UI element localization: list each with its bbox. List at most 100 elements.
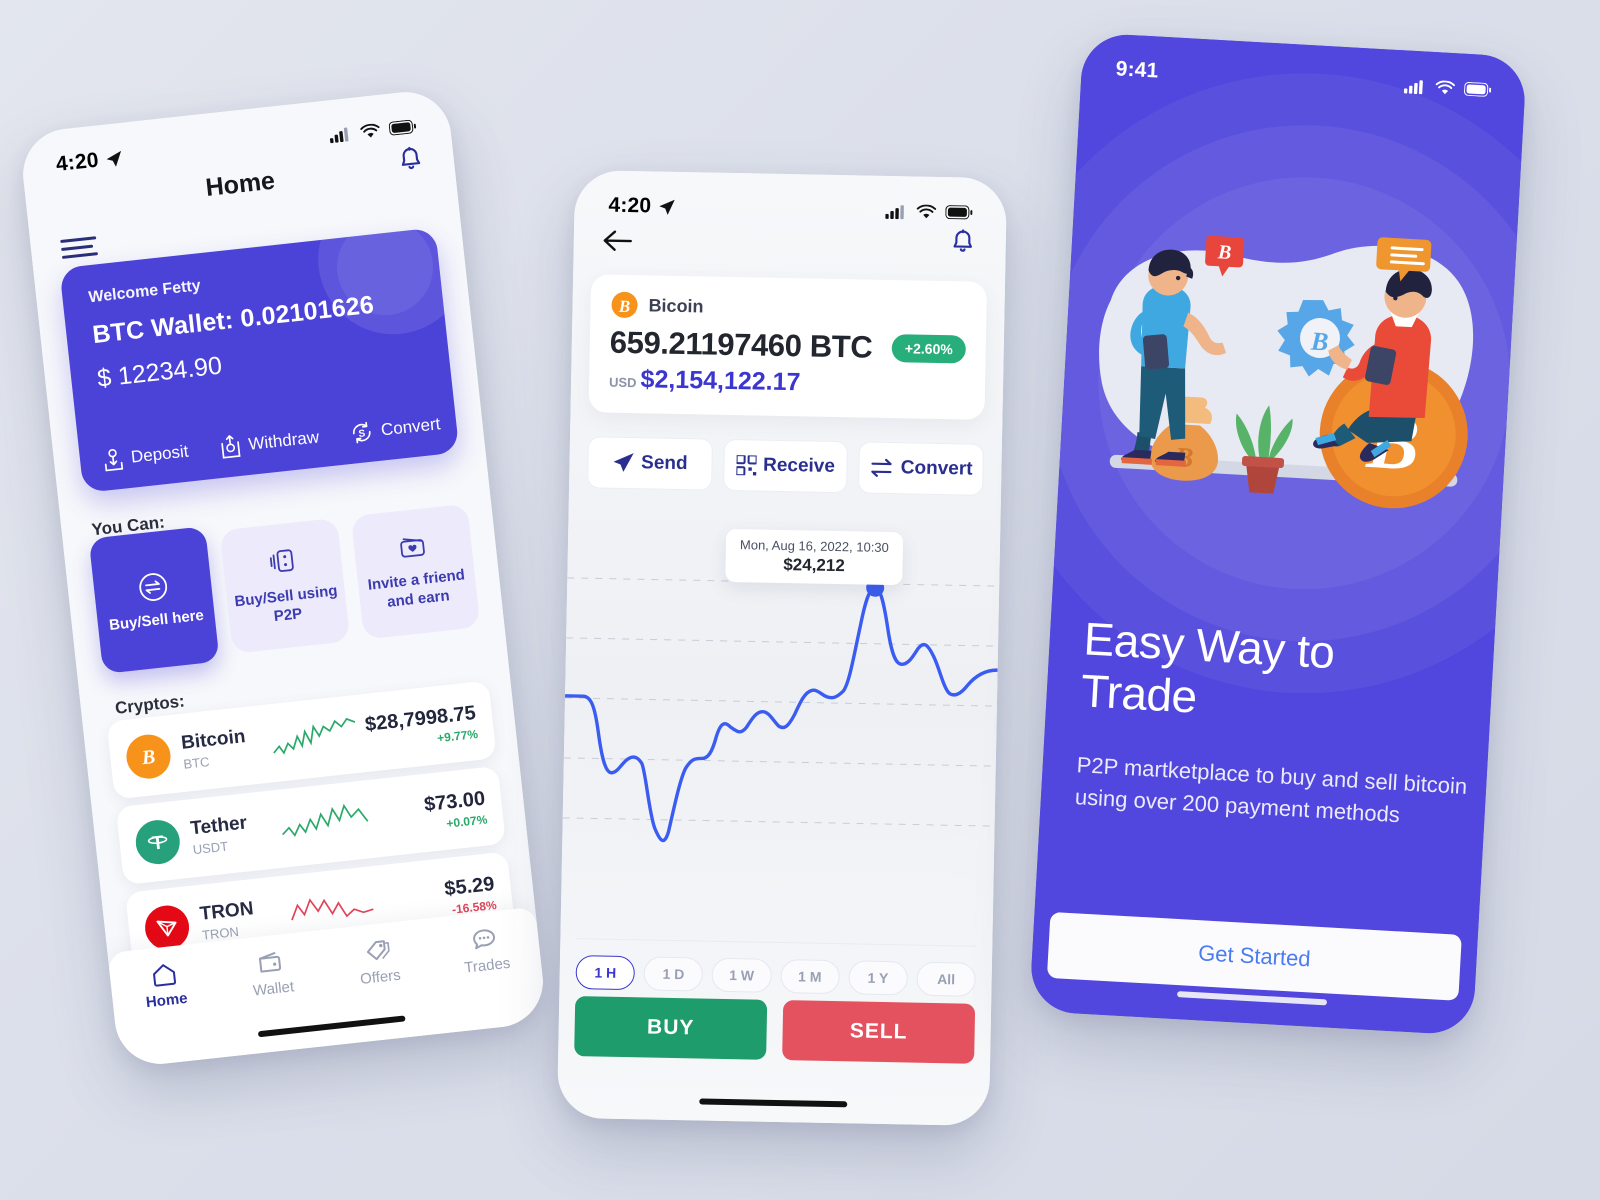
deposit-button[interactable]: Deposit	[101, 440, 190, 473]
coin-amount-row: 659.21197460 BTC +2.60%	[609, 324, 967, 368]
chart-tooltip: Mon, Aug 16, 2022, 10:30 $24,212	[725, 528, 904, 586]
wifi-icon	[916, 204, 937, 218]
usd-label: USD	[608, 374, 637, 391]
cellular-signal-icon	[329, 127, 349, 143]
sparkline-chart	[278, 799, 374, 849]
convert-label: Convert	[380, 414, 442, 440]
get-started-button[interactable]: Get Started	[1046, 911, 1462, 1001]
tab-label-offers: Offers	[359, 966, 402, 988]
home-icon	[152, 964, 176, 987]
home-screen-content: 4:20 Home Welcome Fetty BTC Wallet: 0.02…	[18, 87, 548, 1069]
sidebar-item-offers[interactable]: Offers	[323, 932, 435, 991]
timeframe-1m[interactable]: 1 M	[779, 959, 840, 995]
buy-button[interactable]: BUY	[574, 996, 768, 1060]
wallet-icon	[259, 952, 282, 973]
timeframe-1h[interactable]: 1 H	[575, 955, 636, 991]
sell-button[interactable]: SELL	[782, 1000, 976, 1064]
send-button[interactable]: Send	[587, 436, 713, 491]
coin-usd-row: USD $2,154,122.17	[609, 365, 965, 401]
tab-label-wallet: Wallet	[252, 978, 295, 1000]
convert-arrows-icon	[871, 458, 892, 477]
status-bar: 4:20	[574, 170, 1007, 234]
onboarding-content: 9:41 B B Easy Way to Trade P2P martketpl…	[1028, 32, 1528, 1036]
wallet-card-actions: Deposit Withdraw S Convert	[101, 412, 442, 473]
battery-icon	[388, 119, 417, 136]
wallet-balance-card: Welcome Fetty BTC Wallet: 0.02101626 $ 1…	[59, 227, 460, 494]
page-title: Easy Way to Trade	[1079, 612, 1336, 723]
deposit-icon	[104, 448, 124, 472]
status-indicators	[1403, 78, 1492, 98]
crypto-price-block: $28,7998.75 +9.77%	[361, 702, 479, 753]
convert-icon: S	[353, 421, 372, 444]
location-arrow-icon	[106, 150, 121, 167]
sidebar-item-wallet[interactable]: Wallet	[216, 944, 328, 1003]
timeframe-all[interactable]: All	[916, 961, 977, 997]
withdraw-label: Withdraw	[247, 427, 320, 454]
usd-value: $2,154,122.17	[640, 365, 801, 397]
buy-sell-p2p-label: Buy/Sell using P2P	[233, 582, 339, 626]
location-arrow-icon	[659, 199, 675, 215]
qr-code-icon	[735, 455, 757, 476]
status-time-group: 9:41	[1115, 57, 1159, 83]
timeframe-1y[interactable]: 1 Y	[848, 960, 908, 996]
hamburger-menu-icon[interactable]	[60, 236, 99, 264]
crypto-identity: Bitcoin BTC	[180, 724, 273, 772]
coin-amount: 659.21197460 BTC	[609, 324, 873, 365]
timeframe-1w[interactable]: 1 W	[711, 957, 772, 993]
send-label: Send	[640, 452, 688, 475]
receive-button[interactable]: Receive	[722, 438, 849, 494]
home-indicator	[699, 1098, 848, 1108]
tooltip-date: Mon, Aug 16, 2022, 10:30	[739, 537, 889, 556]
crypto-price-block: $73.00 +0.07%	[370, 787, 488, 838]
back-arrow-icon[interactable]	[602, 228, 634, 253]
timeframe-1d[interactable]: 1 D	[643, 956, 704, 992]
invite-friend-card[interactable]: Invite a friend and earn	[350, 503, 481, 640]
tooltip-value: $24,212	[783, 555, 845, 576]
status-indicators	[885, 203, 973, 220]
status-time-group: 4:20	[608, 194, 675, 219]
sidebar-item-trades[interactable]: Trades	[430, 921, 542, 980]
coin-detail-content: 4:20 B Bicoin 659.21197460 BTC +2.60% US…	[556, 169, 1008, 1127]
chart-line	[563, 586, 1000, 843]
phone-coin-detail-screen: 4:20 B Bicoin 659.21197460 BTC +2.60% US…	[556, 169, 1008, 1127]
deposit-label: Deposit	[130, 441, 190, 467]
convert-button[interactable]: S Convert	[349, 412, 442, 446]
buy-sell-p2p-card[interactable]: Buy/Sell using P2P	[219, 517, 350, 654]
withdraw-button[interactable]: Withdraw	[218, 425, 320, 460]
sidebar-item-home[interactable]: Home	[109, 955, 221, 1014]
phone-onboarding-screen: 9:41 B B Easy Way to Trade P2P martketpl…	[1028, 32, 1528, 1036]
buy-sell-actions: BUY SELL	[574, 996, 976, 1064]
bitcoin-icon: B	[611, 291, 638, 318]
svg-text:B: B	[140, 746, 157, 769]
price-chart[interactable]: Mon, Aug 16, 2022, 10:30 $24,212	[561, 510, 1001, 928]
svg-text:S: S	[358, 428, 366, 440]
notification-bell-icon[interactable]	[950, 229, 977, 257]
buy-sell-here-card[interactable]: Buy/Sell here	[88, 526, 220, 674]
battery-icon	[1464, 81, 1492, 97]
convert-button[interactable]: Convert	[858, 441, 984, 496]
convert-label: Convert	[900, 457, 973, 480]
sparkline-chart	[269, 713, 365, 763]
wifi-icon	[1435, 79, 1456, 94]
wifi-icon	[360, 123, 380, 138]
svg-text:B: B	[1216, 241, 1232, 264]
tab-label-home: Home	[145, 989, 189, 1012]
chat-trades-icon	[473, 929, 496, 950]
withdraw-icon	[221, 435, 241, 459]
invite-friend-label: Invite a friend and earn	[366, 566, 466, 611]
buy-sell-here-label: Buy/Sell here	[108, 606, 205, 634]
coin-header: B Bicoin	[610, 291, 966, 326]
svg-text:B: B	[618, 297, 631, 316]
welcome-text: Welcome Fetty	[87, 277, 202, 307]
tab-label-trades: Trades	[463, 954, 512, 977]
tether-icon: T	[133, 817, 183, 867]
phone-home-screen: 4:20 Home Welcome Fetty BTC Wallet: 0.02…	[18, 87, 548, 1069]
onboarding-description: P2P martketplace to buy and sell bitcoin…	[1074, 752, 1468, 828]
invite-heart-icon	[400, 538, 426, 558]
notification-bell-icon[interactable]	[396, 145, 425, 176]
status-time: 4:20	[608, 193, 652, 218]
exchange-arrows-icon	[138, 572, 167, 601]
timeframe-selector: 1 H 1 D 1 W 1 M 1 Y All	[575, 938, 977, 997]
p2p-cards-icon	[269, 549, 294, 573]
chart-gridlines	[562, 577, 1000, 827]
